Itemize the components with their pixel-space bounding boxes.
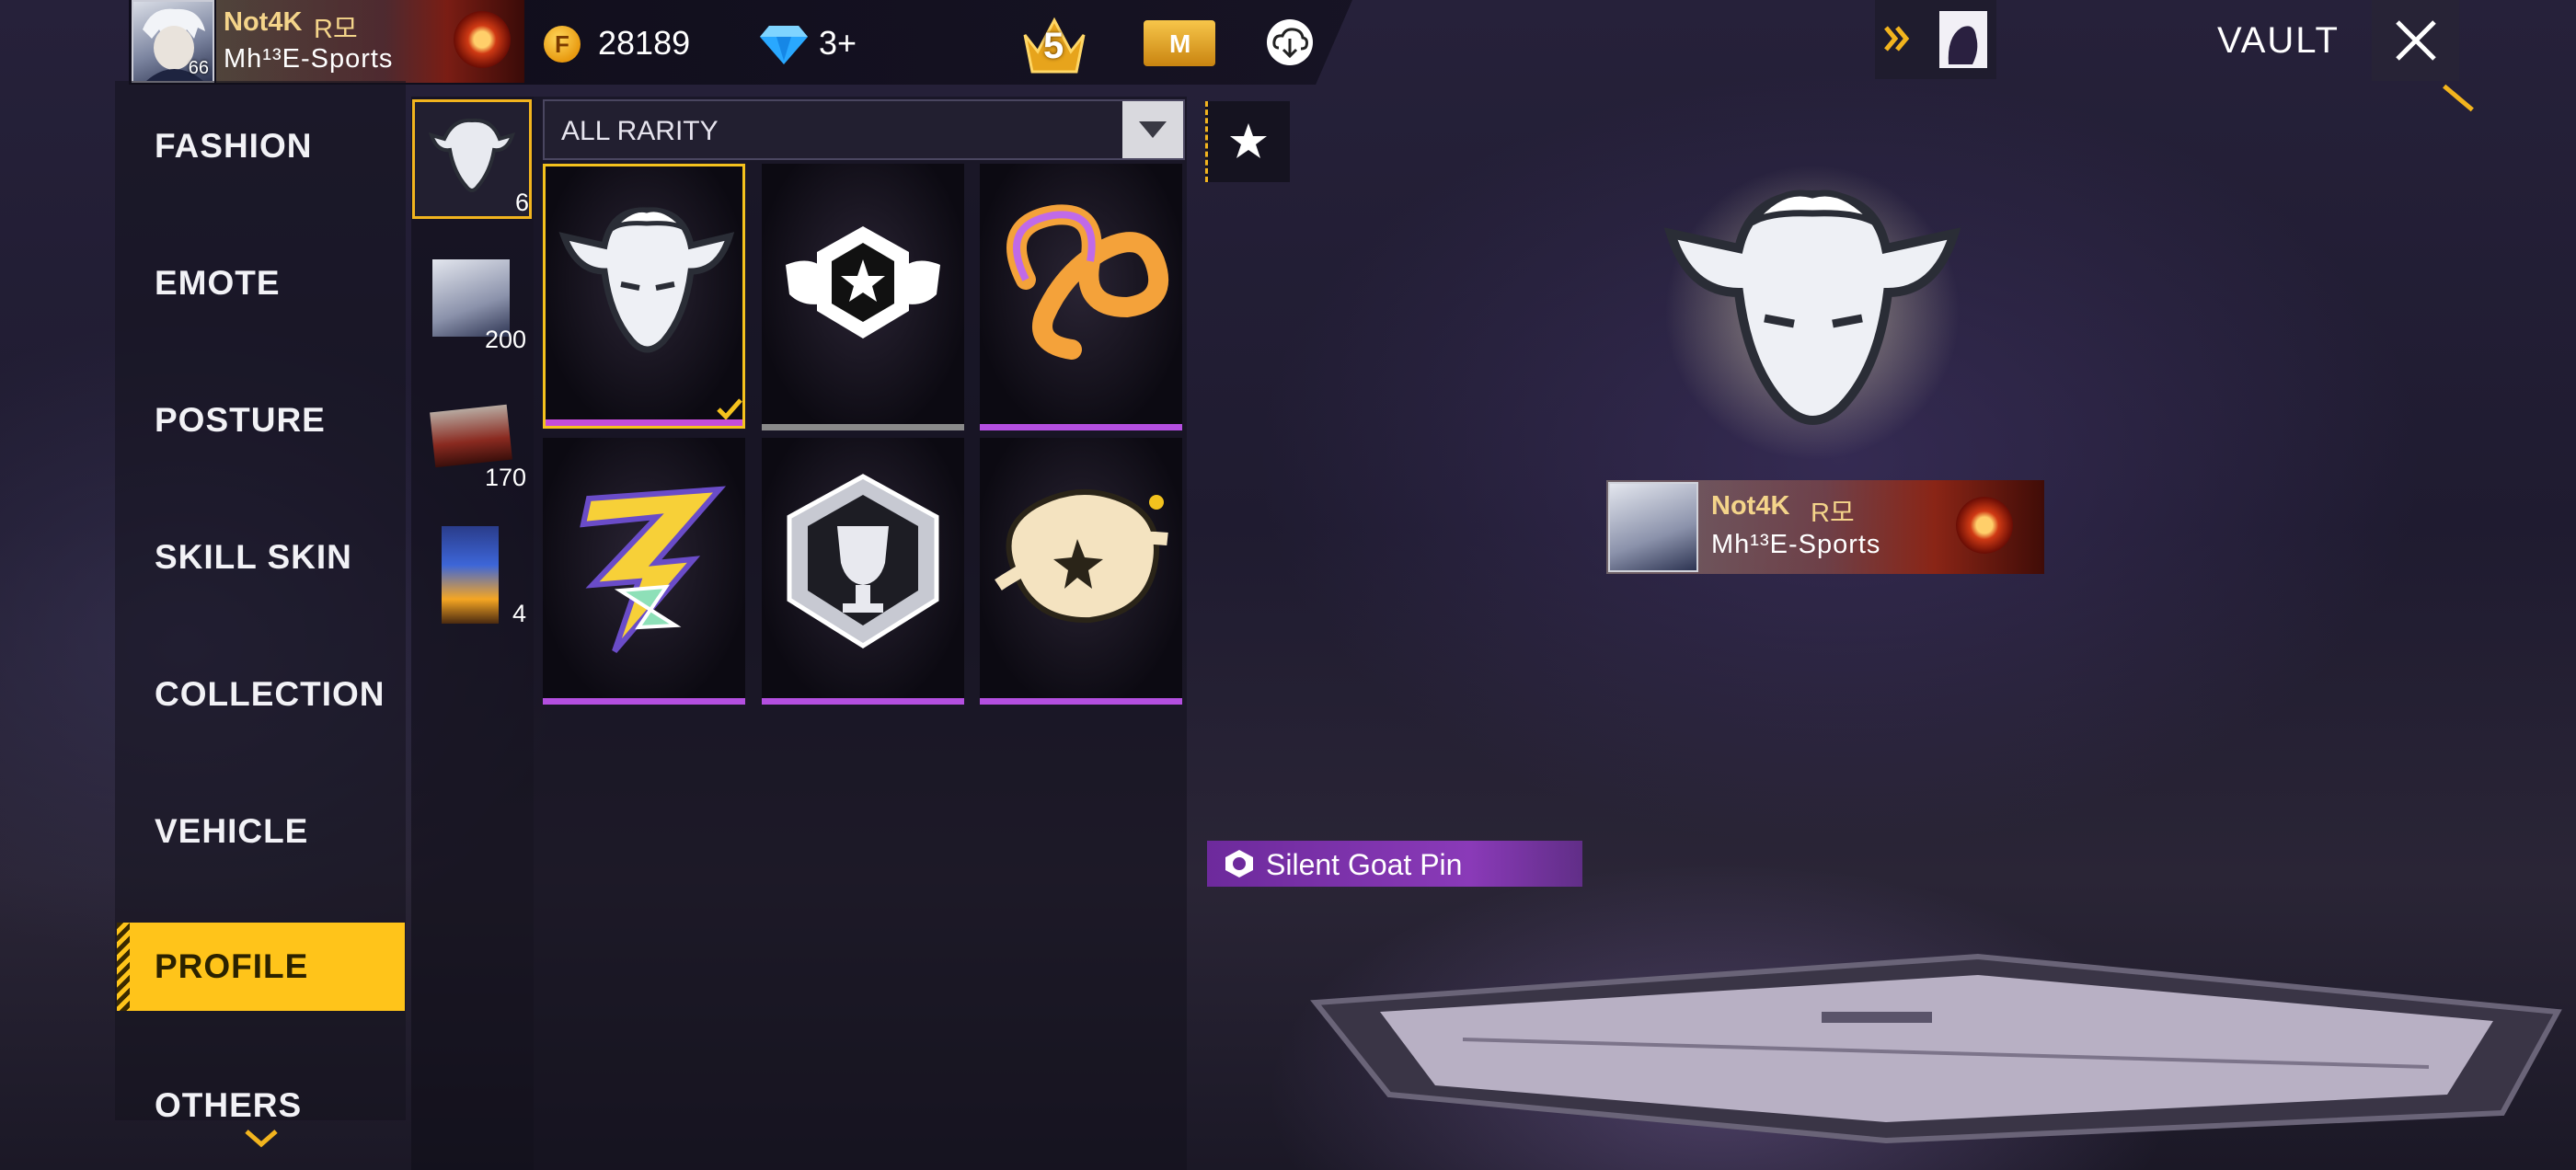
category-vehicle[interactable]: VEHICLE bbox=[155, 812, 308, 851]
page-title: VAULT bbox=[2217, 20, 2340, 61]
infinity-ribbon-icon bbox=[1006, 204, 1169, 360]
guild-name: Mh¹³E-Sports bbox=[224, 44, 394, 74]
rarity-bar bbox=[546, 419, 742, 426]
category-posture[interactable]: POSTURE bbox=[155, 401, 326, 440]
star-icon bbox=[1230, 123, 1267, 158]
category-collection[interactable]: COLLECTION bbox=[155, 675, 385, 714]
membership-card[interactable]: M bbox=[1144, 20, 1215, 66]
gold-amount: 28189 bbox=[598, 24, 691, 62]
pin-category-icon bbox=[1225, 850, 1253, 878]
avatar[interactable]: 66 bbox=[132, 0, 214, 83]
item-card[interactable] bbox=[980, 438, 1182, 705]
avatar bbox=[1608, 482, 1698, 572]
rarity-bar bbox=[762, 698, 964, 705]
display-platform bbox=[1310, 953, 2562, 1144]
banner-icon bbox=[430, 404, 512, 468]
goat-head-icon bbox=[558, 207, 735, 353]
item-name: Silent Goat Pin bbox=[1266, 848, 1463, 881]
subtab-avatars[interactable]: 200 bbox=[412, 248, 532, 357]
subtab-count: 200 bbox=[484, 326, 526, 353]
guild-emblem-icon bbox=[454, 11, 511, 68]
rarity-filter-label: ALL RARITY bbox=[561, 116, 719, 146]
preview-namecard: Not4K R모 Mh¹³E-Sports bbox=[1606, 480, 2044, 574]
preview-goat-pin bbox=[1663, 166, 1961, 460]
planet-fist-icon bbox=[995, 488, 1168, 624]
close-button[interactable] bbox=[2372, 0, 2459, 81]
subtab-count: 4 bbox=[512, 600, 526, 627]
item-card[interactable] bbox=[762, 438, 964, 705]
player-name: Not4K bbox=[224, 7, 303, 37]
guild-name: Mh¹³E-Sports bbox=[1711, 530, 1881, 559]
subtab-pins[interactable]: 6 bbox=[412, 99, 532, 219]
chevron-down-icon[interactable] bbox=[243, 1128, 280, 1150]
category-profile[interactable]: PROFILE bbox=[117, 923, 405, 1011]
rarity-filter-dropdown[interactable]: ALL RARITY bbox=[543, 99, 1185, 160]
item-card[interactable] bbox=[762, 164, 964, 430]
checkmark-icon bbox=[717, 398, 742, 420]
subtab-count: 6 bbox=[514, 189, 529, 216]
rarity-bar bbox=[980, 698, 1182, 705]
trophy-shield-icon bbox=[787, 474, 939, 648]
category-skill-skin[interactable]: SKILL SKIN bbox=[155, 538, 352, 577]
close-icon bbox=[2396, 20, 2436, 61]
category-emote[interactable]: EMOTE bbox=[155, 264, 281, 303]
item-card[interactable] bbox=[543, 438, 745, 705]
category-fashion[interactable]: FASHION bbox=[155, 127, 312, 166]
star-shield-icon bbox=[786, 226, 940, 338]
namecard-banner[interactable]: Not4K R모 Mh¹³E-Sports bbox=[216, 0, 524, 83]
pin-shortcut-button[interactable] bbox=[1875, 0, 1996, 79]
rarity-bar bbox=[980, 424, 1182, 430]
subtab-cards[interactable]: 4 bbox=[412, 521, 532, 631]
rarity-bar bbox=[543, 698, 745, 705]
diamond-amount: 3+ bbox=[819, 24, 857, 62]
guild-emblem-icon bbox=[1956, 497, 2013, 554]
level-badge: 66 bbox=[188, 58, 209, 78]
item-card[interactable] bbox=[980, 164, 1182, 430]
player-name: Not4K bbox=[1711, 491, 1790, 521]
membership-label: M bbox=[1169, 29, 1191, 58]
goat-pin-icon bbox=[428, 118, 516, 192]
subtab-count: 170 bbox=[484, 464, 526, 491]
lightning-z-icon bbox=[580, 486, 727, 653]
rank-badge[interactable]: 5 bbox=[1019, 7, 1089, 77]
rarity-bar bbox=[762, 424, 964, 430]
category-profile-label: PROFILE bbox=[155, 947, 309, 985]
caret-down-icon bbox=[1139, 121, 1167, 138]
item-name-banner: Silent Goat Pin bbox=[1207, 841, 1582, 887]
active-stripe bbox=[117, 923, 130, 1011]
category-others[interactable]: OTHERS bbox=[155, 1086, 302, 1125]
rank-badge-level: 5 bbox=[1043, 26, 1064, 66]
dropdown-toggle[interactable] bbox=[1122, 101, 1183, 158]
double-chevron-right-icon bbox=[1884, 26, 1910, 52]
portrait-frame-icon bbox=[1939, 11, 1987, 68]
corner-accent bbox=[2443, 84, 2474, 112]
item-card[interactable] bbox=[543, 164, 745, 429]
rank-tag: R모 bbox=[1811, 499, 1855, 528]
diamond-icon bbox=[760, 26, 808, 64]
rank-tag: R모 bbox=[314, 15, 358, 44]
cloud-download-icon[interactable] bbox=[1266, 18, 1314, 66]
gold-coin-icon: F bbox=[544, 26, 581, 63]
subtab-banners[interactable]: 170 bbox=[412, 397, 532, 500]
favorite-filter-button[interactable] bbox=[1205, 101, 1290, 182]
